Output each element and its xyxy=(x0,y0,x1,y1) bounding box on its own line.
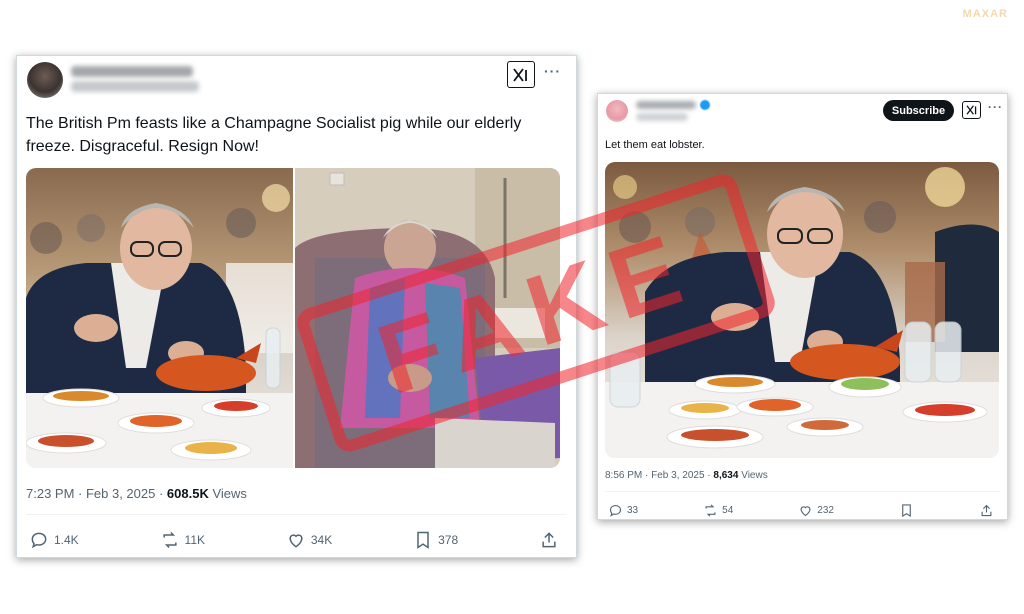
bookmark-button[interactable]: 378 xyxy=(413,530,458,550)
blurred-display-name xyxy=(71,66,193,77)
reply-count: 33 xyxy=(627,505,639,516)
avatar[interactable] xyxy=(27,62,63,98)
more-icon[interactable]: ··· xyxy=(544,63,561,79)
subscribe-button[interactable]: Subscribe xyxy=(883,100,954,121)
share-icon xyxy=(542,532,556,548)
views-count: 8,634 xyxy=(713,470,739,481)
more-icon[interactable]: ··· xyxy=(988,100,1003,114)
blurred-handle xyxy=(71,81,199,92)
bookmark-icon xyxy=(902,504,911,518)
reply-button[interactable]: 33 xyxy=(608,503,638,518)
repost-icon xyxy=(162,531,177,549)
repost-icon xyxy=(705,504,716,517)
reply-icon xyxy=(31,532,47,549)
post-header: Subscribe ··· xyxy=(598,94,1007,144)
left-post-card: ··· The British Pm feasts like a Champag… xyxy=(16,55,577,558)
like-count: 232 xyxy=(817,505,834,516)
repost-count: 11K xyxy=(184,533,206,547)
post-timestamp[interactable]: 8:56 PM · Feb 3, 2025 · 8,634 Views xyxy=(605,470,768,481)
share-icon xyxy=(981,504,992,517)
post-time: 7:23 PM · Feb 3, 2025 · xyxy=(26,486,167,501)
reply-icon xyxy=(609,504,622,517)
post-time: 8:56 PM · Feb 3, 2025 · xyxy=(605,470,714,481)
post-text: The British Pm feasts like a Champagne S… xyxy=(26,115,522,155)
divider xyxy=(26,514,567,515)
post-timestamp[interactable]: 7:23 PM · Feb 3, 2025 · 608.5K Views xyxy=(26,486,247,501)
repost-button[interactable]: 11K xyxy=(160,530,205,550)
verified-icon xyxy=(700,100,710,110)
bookmark-icon xyxy=(417,531,429,549)
post-image-lobster-dinner[interactable] xyxy=(26,168,293,468)
like-button[interactable]: 232 xyxy=(798,503,834,518)
repost-button[interactable]: 54 xyxy=(703,503,733,518)
divider xyxy=(605,491,1000,492)
like-icon xyxy=(289,534,303,548)
right-post-card: Subscribe ··· Let them eat lobster. 8:56… xyxy=(597,93,1008,520)
x-logo-icon[interactable] xyxy=(962,101,981,119)
like-count: 34K xyxy=(310,533,333,547)
x-logo-icon[interactable] xyxy=(507,61,535,88)
action-bar: 33 54 232 xyxy=(608,503,994,518)
views-count: 608.5K xyxy=(166,486,209,501)
like-button[interactable]: 34K xyxy=(286,530,332,550)
avatar[interactable] xyxy=(606,100,628,122)
bookmark-button[interactable] xyxy=(899,503,914,518)
share-button[interactable] xyxy=(539,530,559,550)
action-bar: 1.4K 11K 34K 378 xyxy=(29,530,559,550)
repost-count: 54 xyxy=(722,505,734,516)
bookmark-count: 378 xyxy=(438,533,459,547)
blurred-display-name xyxy=(636,101,696,109)
post-text: Let them eat lobster. xyxy=(605,139,705,151)
views-label: Views xyxy=(208,486,247,501)
blurred-handle xyxy=(636,113,688,121)
reply-count: 1.4K xyxy=(54,533,79,547)
post-header: ··· xyxy=(17,56,576,106)
post-image-elderly-woman[interactable] xyxy=(295,168,560,468)
views-label: Views xyxy=(738,470,768,481)
watermark: MAXAR xyxy=(962,8,1008,20)
post-image-lobster-dinner[interactable] xyxy=(605,162,999,458)
like-icon xyxy=(800,506,811,517)
reply-button[interactable]: 1.4K xyxy=(29,530,79,550)
share-button[interactable] xyxy=(979,503,994,518)
